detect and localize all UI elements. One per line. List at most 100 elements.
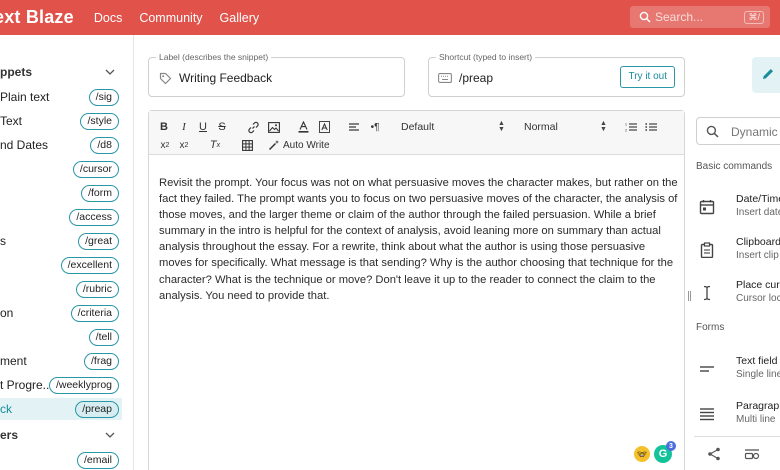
text-direction-icon[interactable]: •¶ bbox=[368, 120, 382, 134]
snippet-editor[interactable]: B I U S •¶ Default ▲ ▼ Normal ▲ ▼ 12 x 2… bbox=[148, 110, 685, 470]
snippet-item[interactable]: /email bbox=[0, 449, 122, 470]
command-paragraph[interactable]: Paragraph Multi line bbox=[694, 397, 780, 433]
try-it-out-button[interactable]: Try it out bbox=[620, 66, 675, 88]
chevron-down-icon[interactable] bbox=[104, 429, 116, 441]
editor-content[interactable]: Revisit the prompt. Your focus was not o… bbox=[159, 175, 679, 304]
font-size-value: Normal bbox=[524, 121, 558, 133]
app-header: ext Blaze Docs Community Gallery Search.… bbox=[0, 0, 780, 35]
snippet-item[interactable]: /rubric bbox=[0, 278, 122, 300]
nav-gallery[interactable]: Gallery bbox=[220, 11, 260, 25]
snippet-sidebar: ppets Plain text /sig Text /style nd Dat… bbox=[0, 35, 134, 470]
strikethrough-icon[interactable]: S bbox=[217, 120, 227, 134]
snippet-item[interactable]: nd Dates /d8 bbox=[0, 134, 122, 156]
tag-icon bbox=[158, 71, 172, 85]
align-icon[interactable] bbox=[348, 120, 360, 134]
folder-name: ppets bbox=[0, 65, 33, 79]
svg-text:2: 2 bbox=[625, 128, 627, 132]
snippet-item[interactable]: Plain text /sig bbox=[0, 86, 122, 108]
text-field-icon bbox=[698, 360, 716, 378]
font-family-value: Default bbox=[401, 121, 435, 133]
snippet-item[interactable]: /form bbox=[0, 182, 122, 204]
font-color-icon[interactable] bbox=[297, 120, 309, 134]
dynamic-form-icon[interactable] bbox=[744, 446, 760, 462]
forms-heading: Forms bbox=[696, 322, 725, 333]
nav-community[interactable]: Community bbox=[139, 11, 202, 25]
folder-header[interactable]: ers bbox=[0, 424, 130, 446]
command-text-field[interactable]: Text field Single line bbox=[694, 352, 780, 388]
auto-write-label: Auto Write bbox=[283, 139, 330, 151]
nav-docs[interactable]: Docs bbox=[94, 11, 122, 25]
magic-wand-icon bbox=[268, 139, 280, 151]
auto-write-button[interactable]: Auto Write bbox=[268, 138, 338, 152]
dynamic-commands-panel: Dynamic c Basic commands Date/Time Inser… bbox=[694, 110, 780, 470]
folder-header[interactable]: ppets bbox=[0, 61, 130, 83]
command-clipboard[interactable]: Clipboard Insert clip bbox=[694, 233, 780, 269]
select-arrows-icon: ▲ ▼ bbox=[600, 120, 607, 133]
edit-mode-button[interactable] bbox=[752, 57, 780, 93]
font-size-select[interactable]: Normal ▲ ▼ bbox=[524, 120, 608, 134]
resize-handle[interactable] bbox=[688, 291, 691, 301]
snippet-shortcut-pill: /preap bbox=[75, 400, 119, 418]
snippet-shortcut-pill: /weeklyprog bbox=[48, 376, 119, 394]
command-search-placeholder: Dynamic c bbox=[731, 125, 780, 139]
numbered-list-icon[interactable]: 12 bbox=[625, 120, 637, 134]
search-icon bbox=[635, 11, 655, 23]
underline-icon[interactable]: U bbox=[198, 120, 208, 134]
snippet-item[interactable]: s /great bbox=[0, 230, 122, 252]
shortcut-field[interactable]: Shortcut (typed to insert) /preap Try it… bbox=[428, 52, 685, 97]
shortcut-field-caption: Shortcut (typed to insert) bbox=[436, 52, 536, 62]
command-search-input[interactable]: Dynamic c bbox=[696, 117, 780, 145]
select-arrows-icon: ▲ ▼ bbox=[498, 120, 505, 133]
snippet-name: t Progre... bbox=[0, 378, 53, 392]
snippet-shortcut-pill: /style bbox=[80, 112, 119, 130]
bullet-list-icon[interactable] bbox=[645, 120, 657, 134]
text-cursor-icon bbox=[698, 284, 716, 302]
clear-format-icon[interactable]: Tx bbox=[209, 138, 221, 152]
top-nav: Docs Community Gallery bbox=[94, 11, 276, 25]
snippet-name: ment bbox=[0, 354, 27, 368]
emoji-extension-icon[interactable]: 🤓 bbox=[634, 446, 650, 462]
header-search[interactable]: Search... ⌘/ bbox=[630, 6, 770, 28]
shortcut-input[interactable]: /preap bbox=[459, 71, 493, 85]
panel-footer bbox=[694, 436, 780, 470]
table-icon[interactable] bbox=[241, 138, 253, 152]
font-family-select[interactable]: Default ▲ ▼ bbox=[401, 120, 506, 134]
label-field[interactable]: Label (describes the snippet) Writing Fe… bbox=[148, 52, 405, 97]
snippet-item[interactable]: /tell bbox=[0, 326, 122, 348]
share-icon[interactable] bbox=[706, 446, 722, 462]
superscript-icon[interactable]: x2 bbox=[178, 138, 190, 152]
snippet-shortcut-pill: /tell bbox=[88, 328, 119, 346]
image-icon[interactable] bbox=[267, 120, 281, 134]
snippet-item[interactable]: ment /frag bbox=[0, 350, 122, 372]
highlight-icon[interactable] bbox=[318, 120, 330, 134]
bold-icon[interactable]: B bbox=[159, 120, 169, 134]
snippet-shortcut-pill: /sig bbox=[88, 88, 119, 106]
snippet-item[interactable]: /excellent bbox=[0, 254, 122, 276]
snippet-shortcut-pill: /excellent bbox=[60, 256, 119, 274]
folder-name: ers bbox=[0, 428, 19, 442]
command-title: Place curs bbox=[736, 279, 780, 291]
command-place-cursor[interactable]: Place curs Cursor loc bbox=[694, 276, 780, 312]
snippet-item[interactable]: on /criteria bbox=[0, 302, 122, 324]
subscript-icon[interactable]: x2 bbox=[159, 138, 171, 152]
command-subtitle: Multi line bbox=[736, 414, 776, 425]
grammarly-icon[interactable]: G 3 bbox=[654, 441, 676, 463]
command-title: Paragraph bbox=[736, 400, 780, 412]
snippet-shortcut-pill: /access bbox=[69, 208, 119, 226]
snippet-item-selected[interactable]: ck /preap bbox=[0, 398, 122, 420]
label-field-caption: Label (describes the snippet) bbox=[156, 52, 272, 62]
italic-icon[interactable]: I bbox=[179, 120, 189, 134]
label-input[interactable]: Writing Feedback bbox=[179, 71, 272, 85]
basic-commands-heading: Basic commands bbox=[696, 161, 773, 172]
chevron-down-icon[interactable] bbox=[104, 66, 116, 78]
snippet-item[interactable]: /cursor bbox=[0, 158, 122, 180]
snippet-name: ck bbox=[0, 402, 12, 416]
command-date-time[interactable]: Date/Time Insert date bbox=[694, 190, 780, 226]
snippet-name: on bbox=[0, 306, 14, 320]
link-icon[interactable] bbox=[246, 120, 260, 134]
clipboard-icon bbox=[698, 241, 716, 259]
snippet-item[interactable]: Text /style bbox=[0, 110, 122, 132]
brand-logo[interactable]: ext Blaze bbox=[0, 7, 74, 28]
snippet-item[interactable]: t Progre... /weeklyprog bbox=[0, 374, 122, 396]
snippet-item[interactable]: /access bbox=[0, 206, 122, 228]
